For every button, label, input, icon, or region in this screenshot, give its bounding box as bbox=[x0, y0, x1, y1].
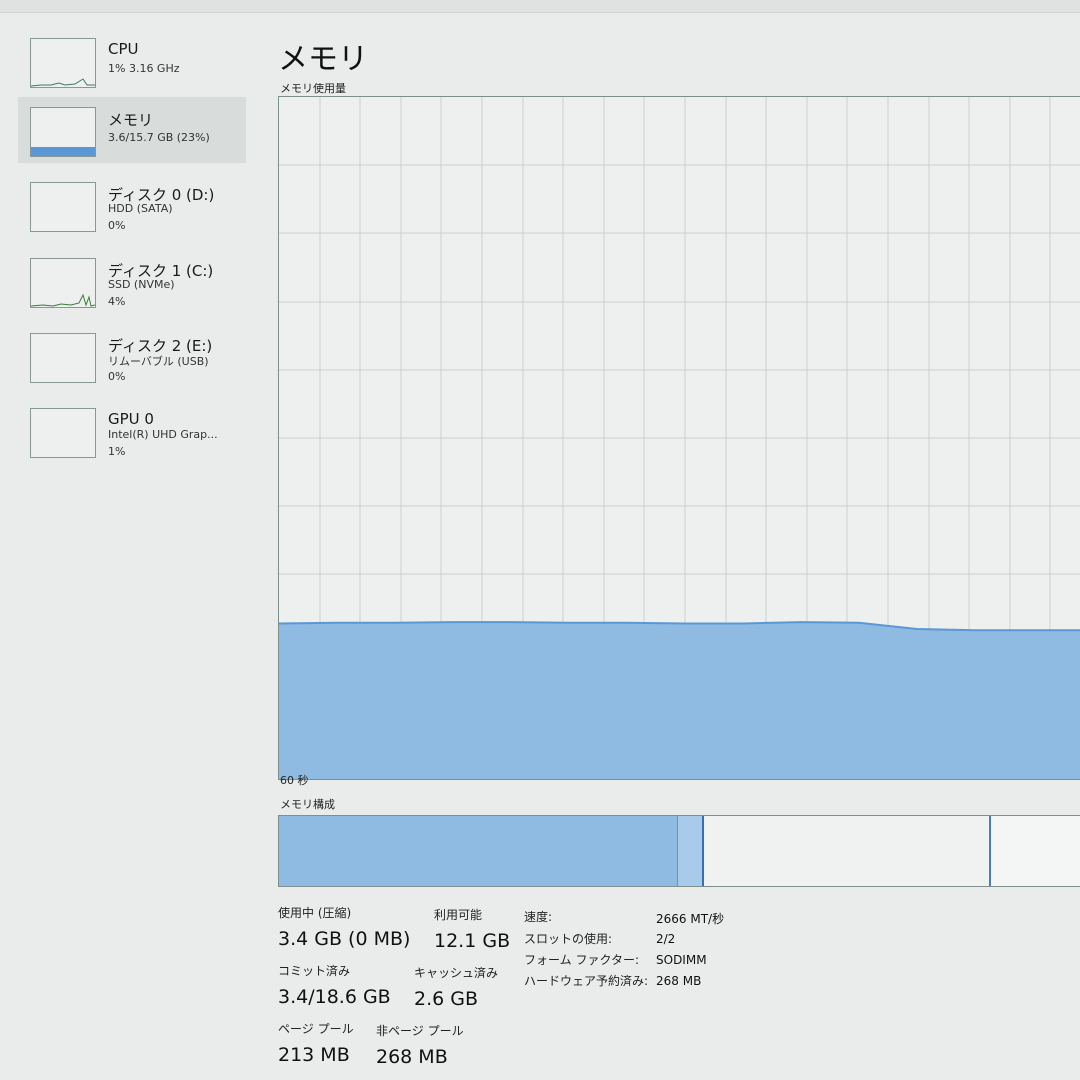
speed-value: 2666 MT/秒 bbox=[656, 912, 725, 926]
sidebar-item-title: GPU 0 bbox=[108, 410, 154, 428]
sidebar-item-detail: リムーバブル (USB) bbox=[108, 355, 209, 368]
nonpaged-pool-value: 268 MB bbox=[376, 1046, 448, 1068]
nonpaged-pool-label: 非ページ プール bbox=[376, 1024, 464, 1038]
cached-label: キャッシュ済み bbox=[414, 966, 499, 980]
disk-0-thumbnail-graph bbox=[30, 182, 96, 232]
sidebar-item-detail: SSD (NVMe) bbox=[108, 278, 175, 291]
cached-value: 2.6 GB bbox=[414, 988, 479, 1010]
memory-usage-graph-label: メモリ使用量 bbox=[280, 82, 346, 95]
composition-in-use-segment bbox=[279, 816, 678, 886]
cpu-thumbnail-graph bbox=[30, 38, 96, 88]
memory-composition-bar bbox=[278, 815, 1080, 887]
slots-used-value: 2/2 bbox=[656, 932, 676, 946]
in-use-label: 使用中 (圧縮) bbox=[278, 906, 352, 920]
memory-detail-panel: メモリ メモリ使用量 60 秒 メモリ構成 使用中 (圧縮) 3.4 GB (0… bbox=[270, 0, 1080, 1080]
form-factor-label: フォーム ファクター: bbox=[524, 953, 640, 967]
composition-standby-segment bbox=[705, 816, 991, 886]
committed-value: 3.4/18.6 GB bbox=[278, 986, 391, 1008]
gpu-0-thumbnail-graph bbox=[30, 408, 96, 458]
cpu-mini-graph bbox=[31, 78, 95, 87]
available-value: 12.1 GB bbox=[434, 930, 511, 952]
form-factor-value: SODIMM bbox=[656, 953, 707, 967]
paged-pool-value: 213 MB bbox=[278, 1044, 350, 1066]
sidebar-item-gpu-0[interactable]: GPU 0 Intel(R) UHD Grap... 1% bbox=[18, 398, 246, 464]
memory-usage-graph-canvas bbox=[279, 97, 1080, 779]
hardware-reserved-value: 268 MB bbox=[656, 974, 702, 988]
disk-1-mini-graph bbox=[31, 293, 95, 307]
disk-2-thumbnail-graph bbox=[30, 333, 96, 383]
paged-pool-label: ページ プール bbox=[278, 1022, 354, 1036]
committed-label: コミット済み bbox=[278, 964, 351, 978]
sidebar-item-detail: 1% 3.16 GHz bbox=[108, 62, 180, 75]
sidebar-item-title: メモリ bbox=[108, 111, 154, 129]
memory-usage-graph bbox=[278, 96, 1080, 780]
disk-1-thumbnail-graph bbox=[30, 258, 96, 308]
hardware-reserved-label: ハードウェア予約済み: bbox=[524, 974, 649, 988]
sidebar-item-usage: 1% bbox=[108, 445, 126, 458]
sidebar-item-disk-1[interactable]: ディスク 1 (C:) SSD (NVMe) 4% bbox=[18, 248, 246, 314]
sidebar-item-title: CPU bbox=[108, 40, 139, 58]
speed-label: 速度: bbox=[524, 910, 553, 924]
sidebar-item-detail: HDD (SATA) bbox=[108, 202, 173, 215]
graph-time-range-label: 60 秒 bbox=[280, 774, 309, 787]
sidebar-item-detail: 3.6/15.7 GB (23%) bbox=[108, 131, 210, 144]
sidebar-item-disk-2[interactable]: ディスク 2 (E:) リムーバブル (USB) 0% bbox=[18, 323, 246, 389]
memory-usage-area bbox=[279, 622, 1080, 779]
page-title: メモリ bbox=[278, 42, 368, 77]
composition-modified-segment bbox=[678, 816, 704, 886]
memory-thumbnail-graph bbox=[30, 107, 96, 157]
sidebar-item-usage: 0% bbox=[108, 219, 126, 232]
sidebar-item-usage: 4% bbox=[108, 295, 126, 308]
slots-used-label: スロットの使用: bbox=[524, 932, 613, 946]
memory-mini-fill bbox=[31, 147, 95, 156]
composition-free-segment bbox=[991, 816, 1080, 886]
in-use-value: 3.4 GB (0 MB) bbox=[278, 928, 411, 950]
sidebar-item-detail: Intel(R) UHD Grap... bbox=[108, 428, 218, 441]
sidebar-item-memory[interactable]: メモリ 3.6/15.7 GB (23%) bbox=[18, 97, 246, 163]
available-label: 利用可能 bbox=[434, 908, 483, 922]
sidebar-item-usage: 0% bbox=[108, 370, 126, 383]
memory-composition-label: メモリ構成 bbox=[280, 798, 335, 811]
sidebar-item-disk-0[interactable]: ディスク 0 (D:) HDD (SATA) 0% bbox=[18, 172, 246, 238]
sidebar-item-cpu[interactable]: CPU 1% 3.16 GHz bbox=[18, 28, 246, 94]
